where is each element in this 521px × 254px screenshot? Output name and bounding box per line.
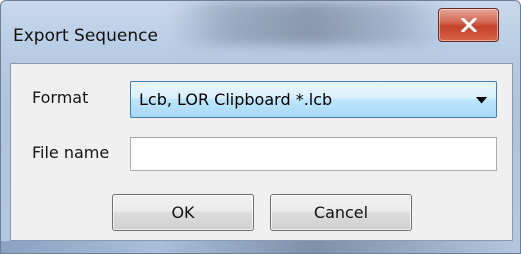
format-label: Format bbox=[32, 88, 89, 107]
window-title: Export Sequence bbox=[13, 26, 158, 46]
cancel-button[interactable]: Cancel bbox=[270, 194, 412, 231]
file-name-label: File name bbox=[32, 143, 110, 162]
window-bottom-frame bbox=[1, 241, 520, 253]
chevron-down-icon bbox=[476, 97, 487, 104]
file-name-input[interactable] bbox=[130, 137, 497, 171]
export-sequence-dialog: Export Sequence Format Lcb, LOR Clipboar… bbox=[0, 0, 521, 254]
close-button[interactable] bbox=[438, 8, 499, 42]
dialog-content: Format Lcb, LOR Clipboard *.lcb File nam… bbox=[10, 63, 513, 241]
format-selected-value: Lcb, LOR Clipboard *.lcb bbox=[139, 90, 333, 109]
ok-button[interactable]: OK bbox=[112, 194, 254, 231]
close-icon bbox=[460, 18, 477, 32]
title-bar[interactable]: Export Sequence bbox=[1, 1, 520, 61]
format-dropdown[interactable]: Lcb, LOR Clipboard *.lcb bbox=[130, 81, 497, 118]
